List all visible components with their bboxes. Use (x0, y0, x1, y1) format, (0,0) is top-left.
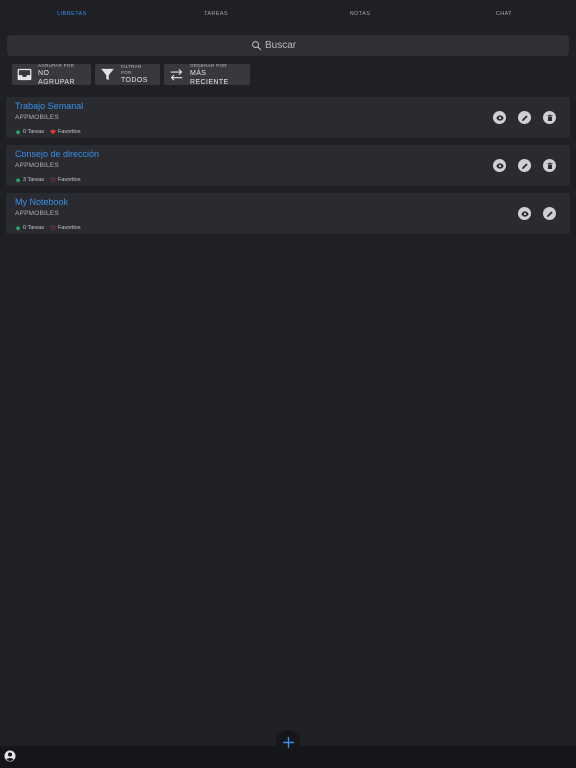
star-icon (15, 225, 21, 231)
eye-icon (495, 162, 504, 169)
view-button[interactable] (518, 207, 531, 220)
edit-button[interactable] (543, 207, 556, 220)
task-count: 0 Tareas (23, 225, 44, 231)
pencil-icon (546, 210, 553, 217)
delete-button[interactable] (543, 159, 556, 172)
swap-icon (169, 67, 184, 82)
edit-button[interactable] (518, 159, 531, 172)
add-notebook-button[interactable] (276, 730, 300, 754)
view-button[interactable] (493, 111, 506, 124)
tab-tareas[interactable]: TAREAS (144, 0, 288, 28)
notebook-title[interactable]: Trabajo Semanal (15, 101, 83, 111)
tab-notas[interactable]: NOTAS (288, 0, 432, 28)
filter-by-button[interactable]: FILTRAR POR TODOS (95, 64, 160, 85)
trash-icon (546, 114, 553, 121)
delete-button[interactable] (543, 111, 556, 124)
inbox-icon (17, 67, 32, 82)
filter-by-caption: FILTRAR POR (121, 64, 142, 75)
task-count: 0 Tareas (23, 129, 44, 135)
filter-by-value: TODOS (121, 77, 148, 84)
task-count: 3 Tareas (23, 177, 44, 183)
favorites-label: Favoritos (58, 177, 81, 183)
favorites-label: Favoritos (58, 225, 81, 231)
sort-by-value: MÁS RECIENTE (190, 69, 229, 86)
group-by-value: NO AGRUPAR (38, 69, 75, 86)
star-icon (15, 177, 21, 183)
view-button[interactable] (493, 159, 506, 172)
notebook-owner: APPMOBILES (15, 114, 59, 121)
trash-icon (546, 162, 553, 169)
heart-icon[interactable] (50, 129, 56, 135)
plus-icon (282, 736, 294, 748)
star-icon (15, 129, 21, 135)
top-tab-bar: LIBRETAS TAREAS NOTAS CHAT (0, 0, 576, 28)
notebook-title[interactable]: My Notebook (15, 197, 68, 207)
heart-outline-icon[interactable] (50, 177, 56, 183)
notebook-card[interactable]: Trabajo Semanal APPMOBILES 0 Tareas Favo… (6, 97, 570, 138)
tab-libretas[interactable]: LIBRETAS (0, 0, 144, 28)
tab-chat[interactable]: CHAT (432, 0, 576, 28)
search-input[interactable] (265, 40, 325, 51)
notebook-owner: APPMOBILES (15, 162, 59, 169)
heart-outline-icon[interactable] (50, 225, 56, 231)
eye-icon (520, 210, 529, 217)
favorites-label: Favoritos (58, 129, 81, 135)
pencil-icon (521, 162, 528, 169)
notebook-card[interactable]: Consejo de dirección APPMOBILES 3 Tareas… (6, 145, 570, 186)
account-icon[interactable] (4, 750, 16, 762)
notebook-title[interactable]: Consejo de dirección (15, 149, 99, 159)
edit-button[interactable] (518, 111, 531, 124)
notebook-list: Trabajo Semanal APPMOBILES 0 Tareas Favo… (6, 97, 570, 241)
group-by-button[interactable]: AGRUPAR POR NO AGRUPAR (12, 63, 91, 86)
filter-icon (100, 67, 115, 82)
sort-by-button[interactable]: ORDENAR POR MÁS RECIENTE (164, 63, 250, 86)
search-bar[interactable] (7, 35, 569, 56)
pencil-icon (521, 114, 528, 121)
search-icon (252, 41, 262, 51)
eye-icon (495, 114, 504, 121)
filter-bar: AGRUPAR POR NO AGRUPAR FILTRAR POR TODOS… (12, 63, 250, 86)
notebook-card[interactable]: My Notebook APPMOBILES 0 Tareas Favorito… (6, 193, 570, 234)
notebook-owner: APPMOBILES (15, 210, 59, 217)
